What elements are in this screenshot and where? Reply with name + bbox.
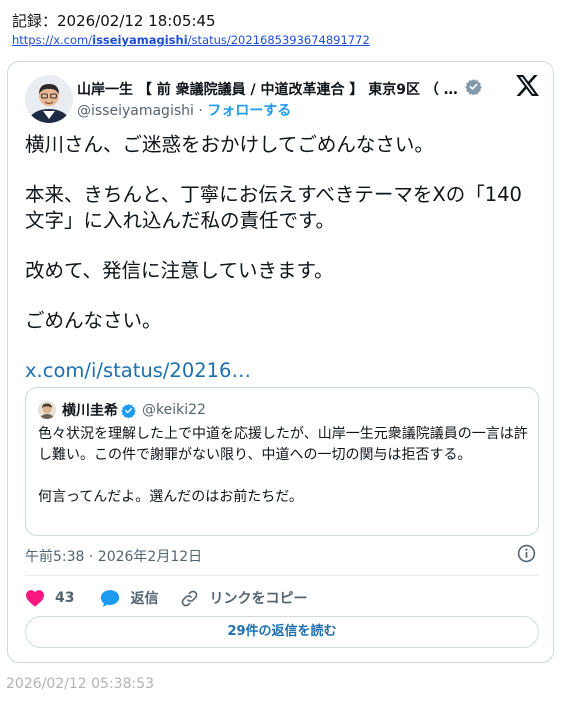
tweet-timestamp[interactable]: 午前5:38 · 2026年2月12日 bbox=[25, 546, 202, 566]
read-replies-button[interactable]: 29件の返信を読む bbox=[25, 616, 539, 648]
copy-link-button[interactable]: リンクをコピー bbox=[180, 588, 307, 608]
reply-label: 返信 bbox=[130, 591, 159, 607]
tweet-status-link[interactable]: x.com/i/status/20216… bbox=[25, 359, 251, 382]
handle-separator: · bbox=[193, 103, 208, 119]
x-logo-icon[interactable] bbox=[516, 75, 539, 100]
quote-author-handle: @keiki22 bbox=[142, 402, 206, 418]
verified-badge-icon bbox=[121, 403, 136, 418]
quoted-tweet[interactable]: 横川圭希 @keiki22 色々状況を理解した上で中道を応援したが、山岸一生元衆… bbox=[25, 387, 539, 536]
link-icon bbox=[180, 589, 199, 608]
verified-badge-icon bbox=[465, 78, 482, 99]
record-source-link[interactable]: https://x.com/isseiyamagishi/status/2021… bbox=[12, 33, 370, 47]
quote-paragraph: 何言ってんだよ。選んだのはお前たちだ。 bbox=[38, 489, 303, 505]
url-suffix: /status/2021685393674891772 bbox=[187, 33, 370, 47]
author-name-row[interactable]: 山岸一生 【 前 衆議院議員 / 中道改革連合 】 東京9区 （ 練… bbox=[77, 78, 487, 99]
embedded-tweet-card: 山岸一生 【 前 衆議院議員 / 中道改革連合 】 東京9区 （ 練… @iss… bbox=[7, 61, 554, 663]
tweet-paragraph: 改めて、発信に注意していきます。 bbox=[25, 259, 334, 282]
tweet-paragraph: 本来、きちんと、丁寧にお伝えすべきテーマをXの「140文字」に入れ込んだ私の責任… bbox=[25, 183, 522, 232]
divider bbox=[25, 575, 539, 576]
like-button[interactable]: 43 bbox=[25, 589, 74, 607]
follow-button[interactable]: フォローする bbox=[207, 103, 291, 119]
tweet-paragraph: 横川さん、ご迷惑をおかけしてごめんなさい。 bbox=[25, 133, 434, 156]
author-avatar[interactable] bbox=[25, 75, 73, 123]
copy-link-label: リンクをコピー bbox=[209, 591, 308, 607]
quote-author-avatar bbox=[38, 401, 56, 419]
url-prefix: https://x.com/ bbox=[12, 33, 93, 47]
footer-timestamp: 2026/02/12 05:38:53 bbox=[6, 676, 155, 692]
quote-text: 色々状況を理解した上で中道を応援したが、山岸一生元衆議院議員の一言は許し難い。こ… bbox=[38, 424, 528, 508]
reply-button[interactable]: 返信 bbox=[100, 588, 158, 608]
quote-author-name: 横川圭希 bbox=[62, 403, 118, 419]
like-count: 43 bbox=[55, 590, 75, 606]
author-handle-row: @isseiyamagishi · フォローする bbox=[77, 100, 291, 120]
record-timestamp: 記録：2026/02/12 18:05:45 bbox=[12, 12, 216, 30]
reply-bubble-icon bbox=[100, 589, 120, 608]
tweet-paragraph: ごめんなさい。 bbox=[25, 309, 162, 332]
action-bar: 43 返信 リンクをコピー bbox=[25, 586, 325, 610]
author-name: 山岸一生 【 前 衆議院議員 / 中道改革連合 】 東京9区 （ 練… bbox=[77, 81, 461, 98]
author-handle[interactable]: @isseiyamagishi bbox=[77, 103, 194, 119]
url-username: isseiyamagishi bbox=[92, 33, 188, 47]
info-icon[interactable] bbox=[517, 544, 536, 567]
tweet-text: 横川さん、ご迷惑をおかけしてごめんなさい。 本来、きちんと、丁寧にお伝えすべきテ… bbox=[25, 132, 540, 384]
quote-author-row: 横川圭希 @keiki22 bbox=[62, 400, 206, 420]
quote-paragraph: 色々状況を理解した上で中道を応援したが、山岸一生元衆議院議員の一言は許し難い。こ… bbox=[38, 426, 528, 463]
heart-icon bbox=[25, 589, 45, 607]
